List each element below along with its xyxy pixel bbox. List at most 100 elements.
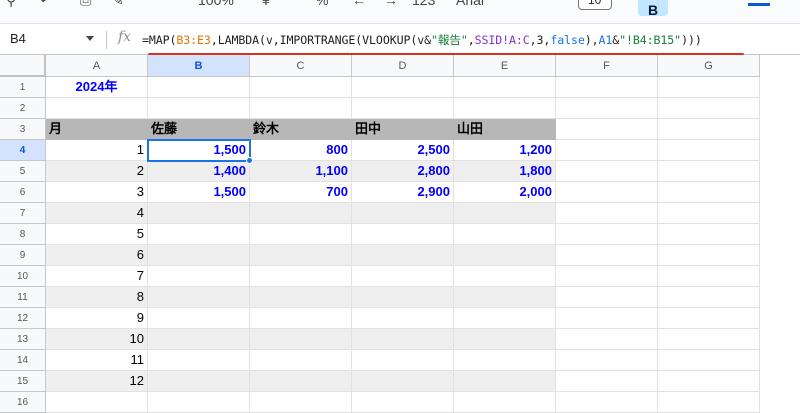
- cell-d15[interactable]: [352, 371, 454, 392]
- search-icon[interactable]: ⚲: [6, 0, 16, 10]
- row-header-11[interactable]: 11: [0, 287, 46, 308]
- cell-c11[interactable]: [250, 287, 352, 308]
- cell-c1[interactable]: [250, 77, 352, 98]
- cell-c2[interactable]: [250, 98, 352, 119]
- cell-g3[interactable]: [658, 119, 760, 140]
- print-icon[interactable]: ⎙: [80, 0, 91, 10]
- cell-c14[interactable]: [250, 350, 352, 371]
- cell-e7[interactable]: [454, 203, 556, 224]
- cell-d10[interactable]: [352, 266, 454, 287]
- cell-a10[interactable]: 7: [46, 266, 148, 287]
- cell-f11[interactable]: [556, 287, 658, 308]
- cell-d5[interactable]: 2,800: [352, 161, 454, 182]
- cell-b11[interactable]: [148, 287, 250, 308]
- bold-button[interactable]: B: [638, 0, 668, 18]
- cell-c3[interactable]: 鈴木: [250, 119, 352, 140]
- cell-b6[interactable]: 1,500: [148, 182, 250, 203]
- cell-e11[interactable]: [454, 287, 556, 308]
- row-header-3[interactable]: 3: [0, 119, 46, 140]
- column-header-d[interactable]: D: [352, 55, 454, 77]
- cell-e1[interactable]: [454, 77, 556, 98]
- cell-b14[interactable]: [148, 350, 250, 371]
- cell-a5[interactable]: 2: [46, 161, 148, 182]
- column-header-a[interactable]: A: [46, 55, 148, 77]
- cell-g11[interactable]: [658, 287, 760, 308]
- chevron-down-icon[interactable]: [86, 36, 94, 41]
- decrease-decimal-icon[interactable]: ←: [352, 0, 366, 10]
- cell-a16[interactable]: [46, 392, 148, 413]
- paint-format-icon[interactable]: ✎: [112, 0, 124, 10]
- cell-d3[interactable]: 田中: [352, 119, 454, 140]
- cell-e15[interactable]: [454, 371, 556, 392]
- cell-g8[interactable]: [658, 224, 760, 245]
- row-header-6[interactable]: 6: [0, 182, 46, 203]
- cell-a11[interactable]: 8: [46, 287, 148, 308]
- cell-b1[interactable]: [148, 77, 250, 98]
- cell-d13[interactable]: [352, 329, 454, 350]
- row-header-8[interactable]: 8: [0, 224, 46, 245]
- cell-f8[interactable]: [556, 224, 658, 245]
- row-header-14[interactable]: 14: [0, 350, 46, 371]
- cell-a7[interactable]: 4: [46, 203, 148, 224]
- cell-c16[interactable]: [250, 392, 352, 413]
- cell-b10[interactable]: [148, 266, 250, 287]
- cell-g13[interactable]: [658, 329, 760, 350]
- cell-f6[interactable]: [556, 182, 658, 203]
- cell-d1[interactable]: [352, 77, 454, 98]
- cell-e2[interactable]: [454, 98, 556, 119]
- cell-a9[interactable]: 6: [46, 245, 148, 266]
- row-header-4[interactable]: 4: [0, 140, 46, 161]
- cell-d4[interactable]: 2,500: [352, 140, 454, 161]
- cell-c15[interactable]: [250, 371, 352, 392]
- cell-f15[interactable]: [556, 371, 658, 392]
- cell-b3[interactable]: 佐藤: [148, 119, 250, 140]
- row-header-5[interactable]: 5: [0, 161, 46, 182]
- cell-d8[interactable]: [352, 224, 454, 245]
- cell-e16[interactable]: [454, 392, 556, 413]
- cell-f9[interactable]: [556, 245, 658, 266]
- row-header-9[interactable]: 9: [0, 245, 46, 266]
- zoom-select[interactable]: 100%: [198, 0, 234, 10]
- cell-d11[interactable]: [352, 287, 454, 308]
- cell-f4[interactable]: [556, 140, 658, 161]
- fill-handle[interactable]: [246, 157, 253, 164]
- cell-a2[interactable]: [46, 98, 148, 119]
- row-header-7[interactable]: 7: [0, 203, 46, 224]
- row-header-2[interactable]: 2: [0, 98, 46, 119]
- font-size-input[interactable]: 10: [578, 0, 612, 10]
- row-header-1[interactable]: 1: [0, 77, 46, 98]
- cell-a15[interactable]: 12: [46, 371, 148, 392]
- cell-e8[interactable]: [454, 224, 556, 245]
- cell-g10[interactable]: [658, 266, 760, 287]
- cell-g5[interactable]: [658, 161, 760, 182]
- text-color-underline[interactable]: [748, 3, 770, 6]
- currency-icon[interactable]: ¥: [262, 0, 270, 10]
- percent-icon[interactable]: %: [316, 0, 328, 10]
- column-header-c[interactable]: C: [250, 55, 352, 77]
- cell-a6[interactable]: 3: [46, 182, 148, 203]
- cell-d9[interactable]: [352, 245, 454, 266]
- cell-b5[interactable]: 1,400: [148, 161, 250, 182]
- cell-f13[interactable]: [556, 329, 658, 350]
- cell-e12[interactable]: [454, 308, 556, 329]
- row-header-15[interactable]: 15: [0, 371, 46, 392]
- cell-d14[interactable]: [352, 350, 454, 371]
- more-formats-icon[interactable]: 123: [412, 0, 435, 10]
- cell-g2[interactable]: [658, 98, 760, 119]
- cell-c13[interactable]: [250, 329, 352, 350]
- cell-c4[interactable]: 800: [250, 140, 352, 161]
- cell-f10[interactable]: [556, 266, 658, 287]
- cell-b8[interactable]: [148, 224, 250, 245]
- cell-c5[interactable]: 1,100: [250, 161, 352, 182]
- cell-d6[interactable]: 2,900: [352, 182, 454, 203]
- cell-b15[interactable]: [148, 371, 250, 392]
- cell-b12[interactable]: [148, 308, 250, 329]
- column-header-e[interactable]: E: [454, 55, 556, 77]
- cell-f5[interactable]: [556, 161, 658, 182]
- cell-d7[interactable]: [352, 203, 454, 224]
- formula-input[interactable]: =MAP(B3:E3,LAMBDA(v,IMPORTRANGE(VLOOKUP(…: [142, 32, 702, 48]
- row-header-12[interactable]: 12: [0, 308, 46, 329]
- cell-c9[interactable]: [250, 245, 352, 266]
- cell-a3[interactable]: 月: [46, 119, 148, 140]
- cell-b16[interactable]: [148, 392, 250, 413]
